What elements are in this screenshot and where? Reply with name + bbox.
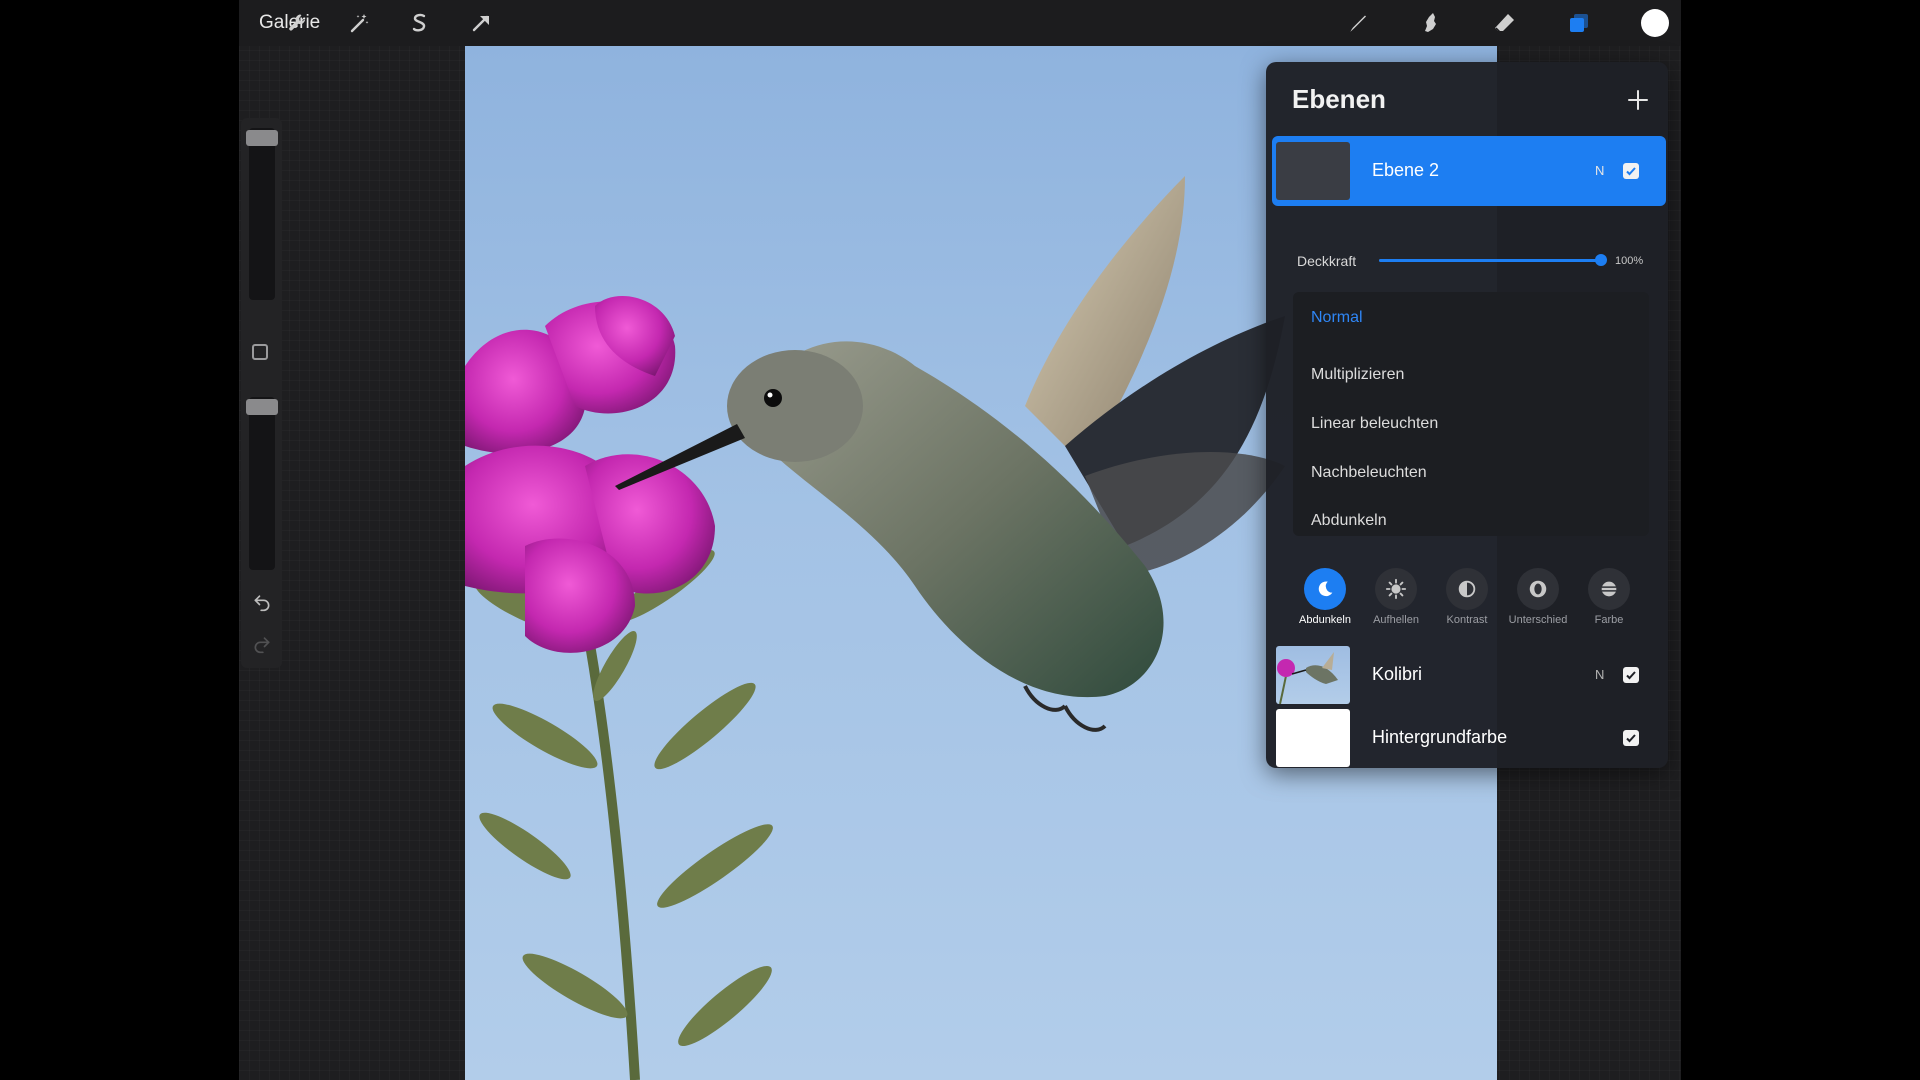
blend-mode-list: Normal Multiplizieren Linear beleuchten … — [1293, 292, 1649, 536]
color-picker-button[interactable] — [1641, 9, 1669, 37]
category-label: Farbe — [1594, 614, 1624, 626]
category-label: Aufhellen — [1373, 614, 1419, 626]
magic-wand-icon[interactable] — [344, 8, 374, 38]
layer-thumbnail — [1276, 646, 1350, 704]
layer-name: Hintergrundfarbe — [1372, 727, 1508, 747]
brush-size-slider[interactable] — [246, 128, 278, 300]
difference-icon — [1517, 568, 1559, 610]
wrench-icon[interactable] — [283, 8, 313, 38]
modify-button[interactable] — [252, 344, 268, 360]
brush-opacity-slider[interactable] — [246, 397, 278, 570]
color-icon — [1588, 568, 1630, 610]
layer-row-ebene-2[interactable]: Ebene 2 N — [1272, 136, 1666, 206]
category-abdunkeln[interactable]: Abdunkeln — [1293, 568, 1357, 626]
selection-icon[interactable] — [405, 8, 435, 38]
layer-visibility-checkbox[interactable] — [1623, 730, 1639, 746]
category-unterschied[interactable]: Unterschied — [1506, 568, 1570, 626]
left-sidebar — [241, 118, 282, 668]
opacity-value: 100% — [1615, 255, 1644, 267]
sun-icon — [1375, 568, 1417, 610]
layer-opacity-slider-fill — [1379, 259, 1601, 262]
layers-icon[interactable] — [1564, 8, 1594, 38]
opacity-label: Deckkraft — [1297, 253, 1357, 269]
blend-mode-nachbeleuchten[interactable]: Nachbeleuchten — [1311, 464, 1427, 482]
layers-panel-title: Ebenen — [1292, 84, 1386, 114]
layers-panel: Ebenen Ebene 2 N Deckkraft 100% Normal M… — [1266, 62, 1668, 768]
layer-name: Kolibri — [1372, 664, 1423, 684]
layer-row-kolibri[interactable]: Kolibri N — [1272, 640, 1666, 710]
brush-size-slider-thumb[interactable] — [246, 130, 278, 146]
transform-arrow-icon[interactable] — [466, 8, 496, 38]
moon-icon — [1304, 568, 1346, 610]
plus-icon[interactable] — [1626, 88, 1650, 112]
category-farbe[interactable]: Farbe — [1577, 568, 1641, 626]
category-label: Kontrast — [1446, 614, 1488, 626]
blend-mode-linear-beleuchten[interactable]: Linear beleuchten — [1311, 415, 1438, 433]
layer-opacity-slider-thumb[interactable] — [1595, 254, 1607, 266]
layer-blend-mode-button[interactable]: N — [1595, 667, 1604, 682]
blend-mode-multiplizieren[interactable]: Multiplizieren — [1311, 366, 1404, 384]
layer-blend-mode-button[interactable]: N — [1595, 163, 1604, 178]
layer-thumbnail — [1276, 709, 1350, 767]
category-label: Abdunkeln — [1299, 614, 1351, 626]
layer-thumbnail — [1276, 142, 1350, 200]
layer-visibility-checkbox[interactable] — [1623, 163, 1639, 179]
contrast-icon — [1446, 568, 1488, 610]
smudge-icon[interactable] — [1416, 8, 1446, 38]
category-kontrast[interactable]: Kontrast — [1435, 568, 1499, 626]
category-aufhellen[interactable]: Aufhellen — [1364, 568, 1428, 626]
procreate-app: Galerie Ebenen Ebene 2 N Deckkraft 100% … — [239, 0, 1681, 1080]
layer-name: Ebene 2 — [1372, 160, 1440, 180]
blend-mode-normal[interactable]: Normal — [1311, 309, 1363, 327]
top-toolbar: Galerie — [239, 0, 1681, 46]
undo-icon[interactable] — [252, 592, 272, 612]
layer-opacity-slider[interactable] — [1379, 254, 1607, 266]
category-label: Unterschied — [1508, 614, 1568, 626]
redo-icon[interactable] — [252, 634, 272, 654]
blend-mode-abdunkeln[interactable]: Abdunkeln — [1311, 512, 1387, 530]
layer-row-hintergrundfarbe[interactable]: Hintergrundfarbe — [1272, 703, 1666, 773]
brush-icon[interactable] — [1343, 8, 1373, 38]
brush-opacity-slider-thumb[interactable] — [246, 399, 278, 415]
layer-visibility-checkbox[interactable] — [1623, 667, 1639, 683]
eraser-icon[interactable] — [1490, 8, 1520, 38]
